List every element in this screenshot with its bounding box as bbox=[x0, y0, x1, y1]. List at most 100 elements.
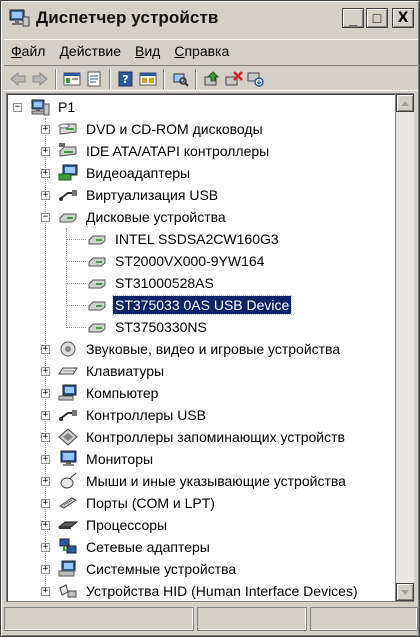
tree-category[interactable]: + Виртуализация USB bbox=[41, 184, 220, 206]
tree-category[interactable]: + IDE ATA/ATAPI контроллеры bbox=[41, 140, 271, 162]
update-driver-icon bbox=[204, 70, 220, 85]
mouse-icon bbox=[58, 472, 78, 490]
menu-help[interactable]: Справка bbox=[167, 43, 236, 59]
expand-toggle[interactable]: + bbox=[41, 542, 50, 552]
forward-button[interactable] bbox=[29, 68, 51, 90]
expand-toggle[interactable]: + bbox=[41, 586, 50, 596]
menu-view[interactable]: Вид bbox=[128, 43, 167, 59]
tree-category[interactable]: + Системные устройства bbox=[41, 558, 238, 580]
minimize-button[interactable]: _ bbox=[342, 8, 364, 28]
menu-file[interactable]: Файл bbox=[4, 43, 52, 59]
title-bar[interactable]: Диспетчер устройств _ □ X bbox=[4, 4, 418, 32]
category-label: Клавиатуры bbox=[86, 363, 165, 379]
expand-toggle[interactable]: + bbox=[41, 344, 50, 354]
tree-category[interactable]: + DVD и CD-ROM дисководы bbox=[41, 118, 265, 140]
tree-category[interactable]: + Звуковые, видео и игровые устройства bbox=[41, 338, 342, 360]
maximize-button[interactable]: □ bbox=[366, 8, 388, 28]
storage-controller-icon bbox=[58, 428, 78, 446]
tree-device[interactable]: INTEL SSDSA2CW160G3 bbox=[87, 228, 281, 250]
disk-drive-icon bbox=[87, 230, 107, 248]
tree-category[interactable]: + Сетевые адаптеры bbox=[41, 536, 212, 558]
category-label: Компьютер bbox=[86, 385, 159, 401]
category-label: Дисковые устройства bbox=[86, 209, 226, 225]
keyboard-icon bbox=[58, 362, 78, 380]
tree-category[interactable]: + Компьютер bbox=[41, 382, 160, 404]
disk-drive-icon bbox=[58, 208, 78, 226]
disk-drive-icon bbox=[87, 318, 107, 336]
tree-device[interactable]: ST31000528AS bbox=[87, 272, 216, 294]
usb-controller-icon bbox=[58, 406, 78, 424]
close-button[interactable]: X bbox=[392, 8, 414, 28]
forward-arrow-icon bbox=[32, 71, 48, 86]
tree-line bbox=[66, 239, 86, 240]
help-icon: ? bbox=[118, 71, 133, 86]
dvd-drive-icon bbox=[58, 120, 78, 138]
category-label: IDE ATA/ATAPI контроллеры bbox=[86, 143, 270, 159]
tree-category[interactable]: − Дисковые устройства bbox=[41, 206, 228, 228]
toolbar: ? bbox=[4, 65, 418, 91]
tree-category[interactable]: + Контроллеры USB bbox=[41, 404, 208, 426]
disk-drive-icon bbox=[87, 252, 107, 270]
expand-toggle[interactable]: + bbox=[41, 454, 50, 464]
disable-button[interactable] bbox=[245, 68, 267, 90]
hid-icon bbox=[58, 582, 78, 600]
computer-icon bbox=[58, 384, 78, 402]
tree-category[interactable]: + Процессоры bbox=[41, 514, 169, 536]
expand-toggle[interactable]: + bbox=[41, 432, 50, 442]
collapse-toggle[interactable]: − bbox=[13, 102, 22, 112]
expand-toggle[interactable]: + bbox=[41, 366, 50, 376]
toolbar-separator bbox=[109, 68, 111, 89]
monitor-icon bbox=[58, 450, 78, 468]
device-label: ST375033 0AS USB Device bbox=[111, 295, 293, 315]
expand-toggle[interactable]: + bbox=[41, 410, 50, 420]
category-label: Устройства HID (Human Interface Devices) bbox=[86, 583, 358, 599]
expand-toggle[interactable]: + bbox=[41, 564, 50, 574]
computer-icon bbox=[30, 98, 50, 116]
expand-toggle[interactable]: + bbox=[41, 520, 50, 530]
expand-toggle[interactable]: + bbox=[41, 124, 50, 134]
menu-bar: Файл Действие Вид Справка bbox=[4, 39, 418, 61]
view-button[interactable] bbox=[137, 68, 159, 90]
expand-toggle[interactable]: + bbox=[41, 388, 50, 398]
category-label: Процессоры bbox=[86, 517, 168, 533]
uninstall-button[interactable] bbox=[223, 68, 245, 90]
scroll-up-icon bbox=[401, 100, 409, 106]
tree-category[interactable]: + Клавиатуры bbox=[41, 360, 166, 382]
window-title: Диспетчер устройств bbox=[36, 8, 219, 27]
menu-action[interactable]: Действие bbox=[52, 43, 128, 59]
collapse-toggle[interactable]: − bbox=[41, 212, 50, 222]
expand-toggle[interactable]: + bbox=[41, 146, 50, 156]
disk-drive-icon bbox=[87, 296, 107, 314]
expand-toggle[interactable]: + bbox=[41, 190, 50, 200]
tree-line bbox=[66, 283, 86, 284]
vertical-scrollbar[interactable] bbox=[396, 93, 414, 602]
tree-category[interactable]: + Мониторы bbox=[41, 448, 155, 470]
scroll-down-button[interactable] bbox=[396, 583, 414, 601]
network-adapter-icon bbox=[58, 538, 78, 556]
tree-category[interactable]: + Видеоадаптеры bbox=[41, 162, 192, 184]
tree-device[interactable]: ST3750330NS bbox=[87, 316, 209, 338]
tree-device-selected[interactable]: ST375033 0AS USB Device bbox=[87, 294, 293, 316]
port-icon bbox=[58, 494, 78, 512]
tree-category[interactable]: + Контроллеры запоминающих устройств bbox=[41, 426, 347, 448]
expand-toggle[interactable]: + bbox=[41, 476, 50, 486]
tree-line bbox=[66, 327, 86, 328]
tree-category[interactable]: + Устройства HID (Human Interface Devices… bbox=[41, 580, 360, 601]
properties-button[interactable] bbox=[83, 68, 105, 90]
maximize-icon: □ bbox=[372, 10, 382, 26]
tree-line bbox=[66, 305, 86, 306]
scroll-up-button[interactable] bbox=[396, 94, 414, 112]
expand-toggle[interactable]: + bbox=[41, 498, 50, 508]
device-tree[interactable]: − P1 + DVD и CD-ROM дисководы + IDE ATA/ATA… bbox=[6, 93, 396, 602]
expand-toggle[interactable]: + bbox=[41, 168, 50, 178]
tree-root-computer[interactable]: − P1 bbox=[13, 96, 77, 118]
help-button[interactable]: ? bbox=[115, 68, 137, 90]
tree-device[interactable]: ST2000VX000-9YW164 bbox=[87, 250, 266, 272]
update-driver-button[interactable] bbox=[201, 68, 223, 90]
back-button[interactable] bbox=[7, 68, 29, 90]
tree-category[interactable]: + Порты (COM и LPT) bbox=[41, 492, 217, 514]
tree-category[interactable]: + Мыши и иные указывающие устройства bbox=[41, 470, 348, 492]
close-icon: X bbox=[397, 10, 409, 26]
console-tree-button[interactable] bbox=[61, 68, 83, 90]
scan-hardware-button[interactable] bbox=[169, 68, 191, 90]
